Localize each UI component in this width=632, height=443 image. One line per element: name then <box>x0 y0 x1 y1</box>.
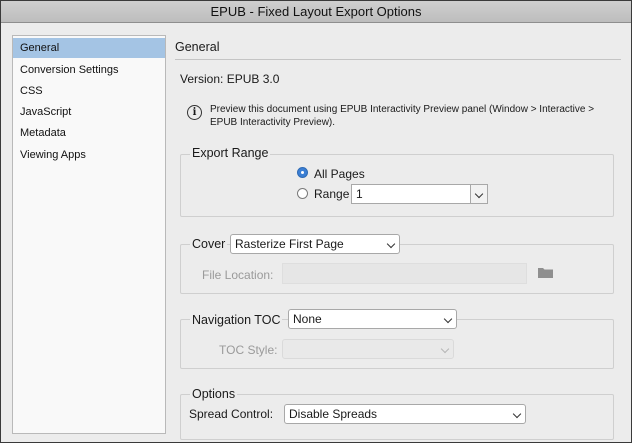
header-divider <box>175 59 621 60</box>
info-icon: i <box>187 105 202 120</box>
sidebar: General Conversion Settings CSS JavaScri… <box>12 35 166 434</box>
window-title: EPUB - Fixed Layout Export Options <box>1 1 631 23</box>
range-dropdown-button[interactable] <box>470 184 488 204</box>
cover-select[interactable]: Rasterize First Page <box>230 234 400 254</box>
info-text: Preview this document using EPUB Interac… <box>210 104 595 128</box>
sidebar-item-conversion-settings[interactable]: Conversion Settings <box>13 60 165 80</box>
chevron-down-icon <box>386 239 396 249</box>
chevron-down-icon <box>474 189 484 199</box>
cover-label: Cover <box>190 237 228 251</box>
options-label: Options <box>190 387 238 401</box>
sidebar-item-viewing-apps[interactable]: Viewing Apps <box>13 145 165 165</box>
navigation-toc-select-value: None <box>293 312 322 326</box>
sidebar-item-javascript[interactable]: JavaScript <box>13 102 165 122</box>
sidebar-item-metadata[interactable]: Metadata <box>13 123 165 143</box>
all-pages-radio[interactable] <box>297 167 308 178</box>
spread-control-select-value: Disable Spreads <box>289 407 378 421</box>
chevron-down-icon <box>443 314 453 324</box>
sidebar-item-general[interactable]: General <box>13 38 165 58</box>
range-radio[interactable] <box>297 188 308 199</box>
range-label: Range <box>314 187 350 201</box>
chevron-down-icon <box>440 344 450 354</box>
navigation-toc-label: Navigation TOC <box>190 313 283 327</box>
chevron-down-icon <box>512 409 522 419</box>
file-location-label: File Location: <box>202 268 274 282</box>
main-panel: General Version: EPUB 3.0 i Preview this… <box>167 35 629 440</box>
all-pages-label: All Pages <box>314 167 365 181</box>
epub-version: Version: EPUB 3.0 <box>180 72 280 86</box>
file-location-field <box>282 263 527 284</box>
spread-control-label: Spread Control: <box>189 407 274 421</box>
navigation-toc-select[interactable]: None <box>288 309 457 329</box>
export-range-label: Export Range <box>190 146 271 160</box>
section-title: General <box>175 40 220 54</box>
range-input[interactable]: 1 <box>351 184 471 204</box>
folder-icon <box>538 268 553 278</box>
sidebar-item-css[interactable]: CSS <box>13 81 165 101</box>
range-combo: 1 <box>351 184 488 204</box>
cover-select-value: Rasterize First Page <box>235 237 344 251</box>
toc-style-select <box>282 339 454 359</box>
spread-control-select[interactable]: Disable Spreads <box>284 404 526 424</box>
export-options-dialog: EPUB - Fixed Layout Export Options Gener… <box>0 0 632 443</box>
toc-style-label: TOC Style: <box>219 343 278 357</box>
